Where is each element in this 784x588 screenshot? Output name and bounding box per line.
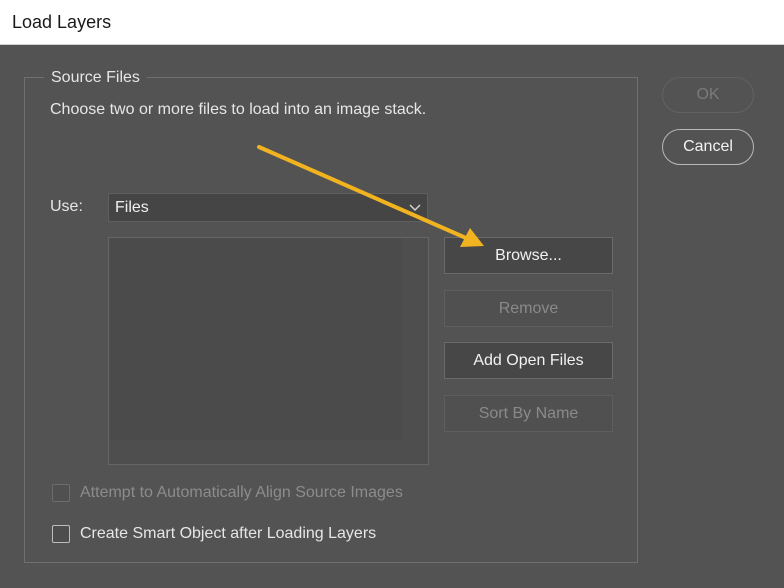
- chevron-down-icon: [409, 204, 421, 212]
- auto-align-checkbox[interactable]: [52, 484, 70, 502]
- source-files-description: Choose two or more files to load into an…: [50, 101, 427, 118]
- file-list[interactable]: [108, 237, 429, 465]
- window-title: Load Layers: [12, 12, 112, 32]
- title-bar: Load Layers: [0, 0, 784, 45]
- smart-object-checkbox[interactable]: [52, 525, 70, 543]
- remove-button[interactable]: Remove: [444, 290, 613, 327]
- add-open-files-button[interactable]: Add Open Files: [444, 342, 613, 379]
- file-list-horizontal-scrollbar[interactable]: [109, 440, 428, 464]
- ok-button[interactable]: OK: [662, 77, 754, 113]
- use-dropdown-value: Files: [115, 199, 149, 216]
- cancel-button[interactable]: Cancel: [662, 129, 754, 165]
- use-label: Use:: [50, 198, 83, 215]
- source-files-label: Source Files: [44, 68, 147, 88]
- sort-by-name-button[interactable]: Sort By Name: [444, 395, 613, 432]
- browse-button[interactable]: Browse...: [444, 237, 613, 274]
- auto-align-label: Attempt to Automatically Align Source Im…: [80, 484, 403, 501]
- file-list-vertical-scrollbar[interactable]: [402, 238, 428, 464]
- smart-object-label: Create Smart Object after Loading Layers: [80, 525, 377, 542]
- use-dropdown[interactable]: Files: [108, 193, 428, 222]
